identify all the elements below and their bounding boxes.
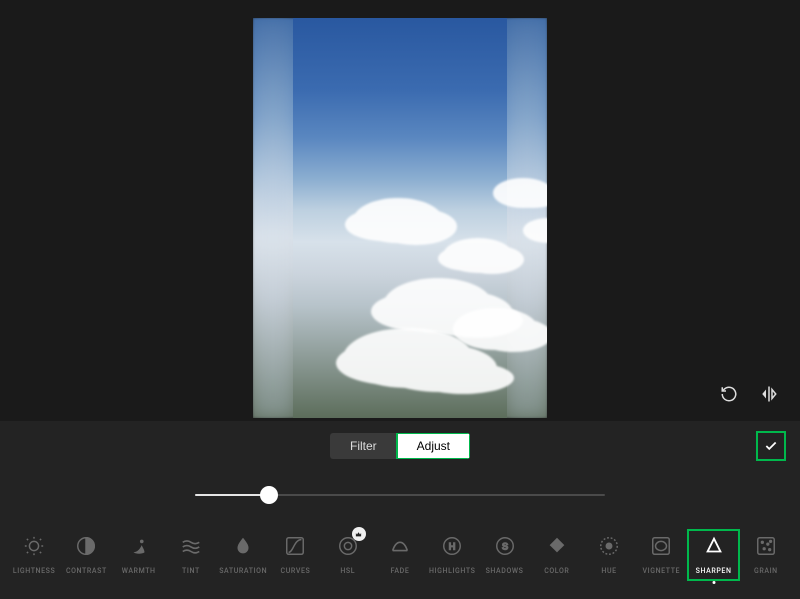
check-icon [764,437,778,455]
tool-label: GRAIN [754,567,778,575]
tool-label: LIGHTNESS [13,567,55,575]
tool-hue[interactable]: HUE [583,529,635,581]
tint-icon [180,535,202,561]
tool-label: FADE [391,567,410,575]
fade-icon [389,535,411,561]
reset-button[interactable] [716,381,742,407]
shadows-icon: S [494,535,516,561]
tool-label: HUE [601,567,616,575]
tool-fade[interactable]: FADE [374,529,426,581]
warmth-icon [128,535,150,561]
tool-label: SHARPEN [696,567,732,575]
tool-label: HSL [340,567,355,575]
tool-curves[interactable]: CURVES [269,529,321,581]
lightness-icon [23,535,45,561]
tool-label: SHADOWS [486,567,524,575]
photo-editor: Filter Adjust LIGHTNESS CONTRAST WARMTH TIN… [0,0,800,599]
curves-icon [284,535,306,561]
tool-color[interactable]: COLOR [531,529,583,581]
tool-label: COLOR [544,567,569,575]
active-dot [712,581,715,584]
canvas-tools [716,381,782,407]
flip-button[interactable] [756,381,782,407]
tool-sharpen[interactable]: SHARPEN [687,529,739,581]
canvas-area [0,0,800,421]
tool-label: WARMTH [122,567,156,575]
tool-warmth[interactable]: WARMTH [113,529,165,581]
tool-label: VIGNETTE [643,567,681,575]
image-preview[interactable] [253,18,547,418]
tool-vignette[interactable]: VIGNETTE [635,529,687,581]
sharpen-icon [703,535,725,561]
premium-badge [352,527,366,541]
tool-lightness[interactable]: LIGHTNESS [8,529,60,581]
hue-icon [598,535,620,561]
contrast-icon [75,535,97,561]
tool-label: HIGHLIGHTS [429,567,476,575]
tool-hsl[interactable]: HSL [322,529,374,581]
svg-text:S: S [501,542,507,552]
color-icon [546,535,568,561]
controls-panel: Filter Adjust LIGHTNESS CONTRAST WARMTH TIN… [0,421,800,599]
tab-filter[interactable]: Filter [330,433,397,459]
tool-label: CONTRAST [66,567,107,575]
tool-strip: LIGHTNESS CONTRAST WARMTH TINT SATURATION CUR… [0,529,800,581]
tool-label: SATURATION [219,567,267,575]
tool-label: CURVES [281,567,311,575]
svg-text:H: H [449,542,456,552]
grain-icon [755,535,777,561]
tool-tint[interactable]: TINT [165,529,217,581]
slider-thumb[interactable] [260,486,278,504]
tool-contrast[interactable]: CONTRAST [60,529,112,581]
flip-icon [760,385,778,403]
confirm-button[interactable] [756,431,786,461]
tool-shadows[interactable]: S SHADOWS [478,529,530,581]
vignette-icon [650,535,672,561]
reset-icon [720,385,738,403]
mode-tabs: Filter Adjust [330,433,470,459]
adjust-slider[interactable] [195,485,605,505]
highlights-icon: H [441,535,463,561]
tool-saturation[interactable]: SATURATION [217,529,269,581]
tool-label: TINT [182,567,200,575]
tool-highlights[interactable]: H HIGHLIGHTS [426,529,478,581]
tool-grain[interactable]: GRAIN [740,529,792,581]
tab-adjust[interactable]: Adjust [397,433,470,459]
slider-fill [195,494,269,496]
saturation-icon [232,535,254,561]
